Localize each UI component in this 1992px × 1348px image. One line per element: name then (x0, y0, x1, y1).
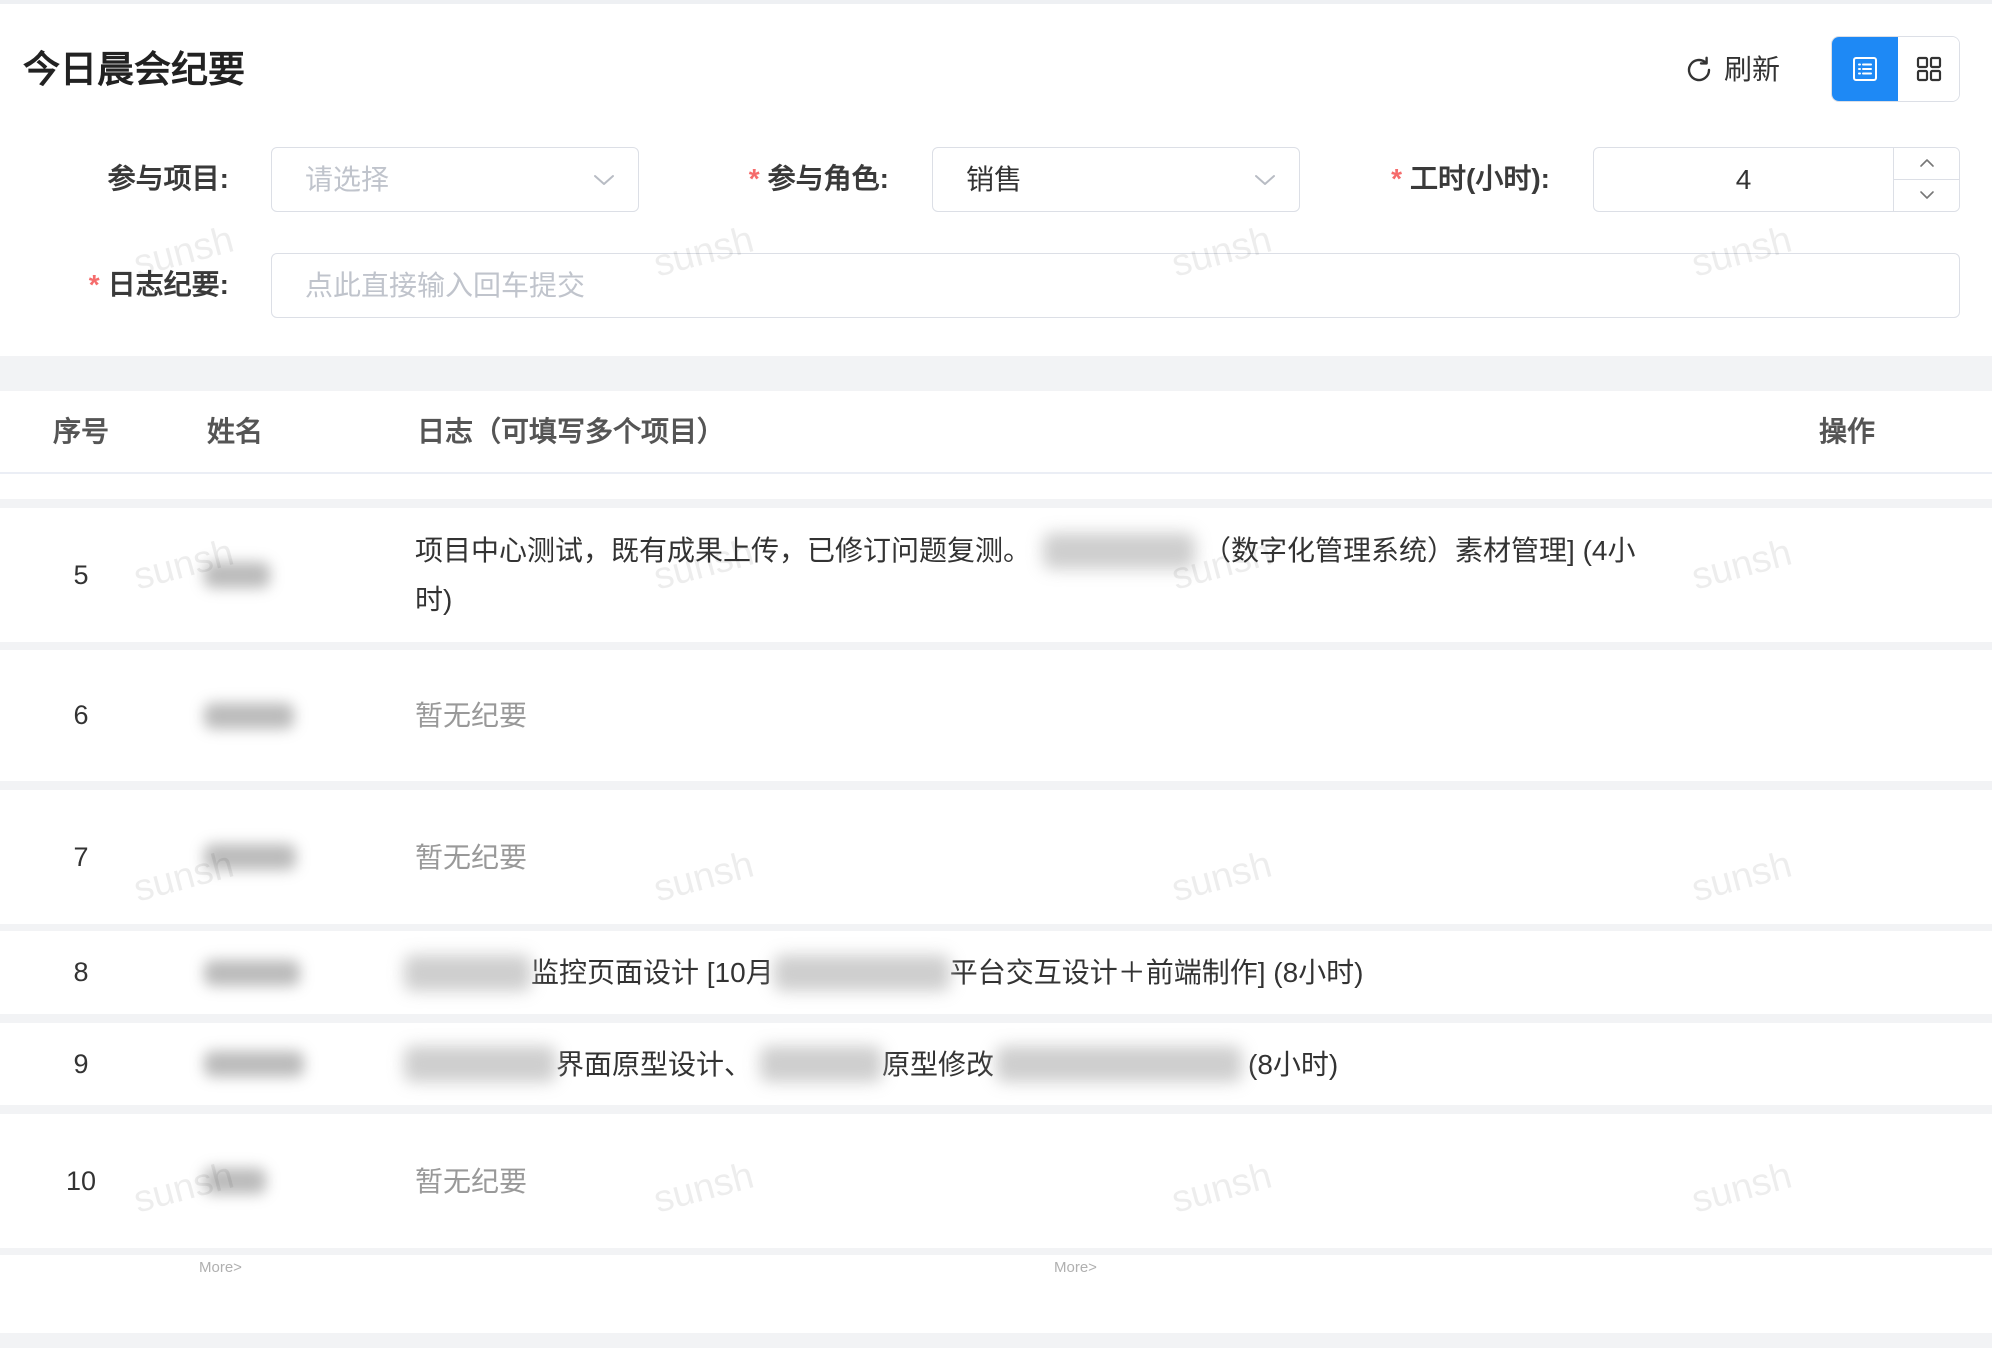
row-log: 暂无纪要 (415, 1114, 527, 1248)
empty-log-text: 暂无纪要 (415, 1165, 528, 1197)
blurred-name (204, 1168, 266, 1194)
empty-log-text: 暂无纪要 (415, 841, 528, 873)
blurred-text (996, 1046, 1243, 1082)
grid-view-button[interactable] (1898, 37, 1959, 101)
chevron-down-icon (1919, 187, 1935, 205)
row-index: 10 (65, 1165, 97, 1196)
row-log: 项目中心测试，既有成果上传，已修订问题复测。 （数字化管理系统）素材管理] (4… (415, 508, 1635, 642)
project-label: 参与项目: (40, 159, 229, 199)
log-line: 监控页面设计 [10月 平台交互设计＋前端制作] (8小时) (404, 948, 1364, 997)
chevron-down-icon (592, 173, 616, 187)
row-index: 8 (73, 957, 89, 987)
blurred-name (204, 959, 300, 986)
hours-number-input (1593, 147, 1960, 212)
hours-label: * 工时(小时): (1340, 159, 1550, 199)
log-label-text: 日志纪要: (107, 269, 229, 300)
project-select[interactable]: 请选择 (271, 147, 639, 212)
list-view-icon (1850, 54, 1880, 84)
role-label-text: 参与角色: (767, 163, 889, 194)
blurred-text (1043, 532, 1196, 569)
log-text: (8小时) (1248, 1048, 1339, 1080)
project-label-text: 参与项目: (107, 163, 229, 194)
increase-button[interactable] (1894, 148, 1959, 180)
role-select[interactable]: 销售 (932, 147, 1300, 212)
required-mark: * (88, 269, 100, 300)
role-select-value: 销售 (966, 164, 1023, 195)
log-text: 界面原型设计、 (556, 1048, 753, 1080)
blurred-text (760, 1046, 883, 1082)
more-link[interactable]: More> (1054, 1259, 1097, 1277)
table-row: 7 暂无纪要 (0, 790, 1992, 924)
table-header: 序号 姓名 日志（可填写多个项目） 操作 (0, 391, 1992, 474)
log-text: 项目中心测试，既有成果上传，已修订问题复测。 (415, 535, 1032, 566)
log-input-box (271, 253, 1960, 318)
hours-spinner (1893, 148, 1959, 211)
required-mark: * (748, 163, 760, 194)
required-mark: * (1391, 163, 1403, 194)
row-log: 暂无纪要 (415, 650, 527, 781)
column-header-name: 姓名 (207, 416, 264, 447)
log-text: 时) (415, 584, 453, 615)
project-select-placeholder: 请选择 (305, 164, 390, 195)
column-header-index: 序号 (53, 416, 110, 447)
role-label: * 参与角色: (700, 159, 889, 199)
blurred-name (204, 844, 296, 870)
table-row: 8 监控页面设计 [10月 平台交互设计＋前端制作] (8小时) (0, 931, 1992, 1014)
log-line: 界面原型设计、 原型修改 (8小时) (404, 1040, 1339, 1089)
hours-label-text: 工时(小时): (1410, 163, 1550, 194)
table-row: 5 项目中心测试，既有成果上传，已修订问题复测。 （数字化管理系统）素材管理] … (0, 508, 1992, 642)
section-divider (0, 356, 1992, 391)
list-view-button[interactable] (1832, 37, 1898, 101)
chevron-up-icon (1919, 155, 1935, 173)
refresh-button[interactable]: 刷新 (1684, 48, 1780, 92)
log-line: 项目中心测试，既有成果上传，已修订问题复测。 （数字化管理系统）素材管理] (4… (415, 526, 1635, 575)
empty-log-text: 暂无纪要 (415, 700, 528, 731)
grid-view-icon (1914, 54, 1944, 84)
page-title: 今日晨会纪要 (23, 49, 245, 90)
log-text: 原型修改 (882, 1048, 995, 1080)
row-log: 界面原型设计、 原型修改 (8小时) (404, 1023, 1339, 1105)
row-index: 6 (73, 700, 89, 730)
row-index: 9 (73, 1048, 89, 1079)
blurred-name (204, 1051, 304, 1077)
top-divider (0, 0, 1992, 4)
log-text: 平台交互设计＋前端制作] (8小时) (949, 957, 1364, 988)
more-link[interactable]: More> (199, 1259, 242, 1277)
refresh-icon (1684, 55, 1714, 85)
column-header-log: 日志（可填写多个项目） (417, 416, 726, 447)
row-index: 7 (73, 841, 89, 872)
log-line: 时) (415, 575, 1635, 624)
refresh-label: 刷新 (1724, 54, 1781, 85)
table-row: 6 暂无纪要 (0, 650, 1992, 781)
blurred-name (204, 702, 294, 729)
log-input[interactable] (272, 254, 1959, 317)
row-log: 监控页面设计 [10月 平台交互设计＋前端制作] (8小时) (404, 931, 1364, 1014)
table-row: 9 界面原型设计、 原型修改 (8小时) (0, 1023, 1992, 1105)
table-body: 5 项目中心测试，既有成果上传，已修订问题复测。 （数字化管理系统）素材管理] … (0, 499, 1992, 1348)
column-header-actions: 操作 (1819, 416, 1876, 447)
blurred-text (404, 954, 531, 991)
blurred-text (773, 954, 950, 991)
blurred-text (404, 1046, 556, 1082)
table-footer: More> More> (0, 1255, 1992, 1333)
row-log: 暂无纪要 (415, 790, 527, 924)
chevron-down-icon (1253, 173, 1277, 187)
hours-input[interactable] (1594, 148, 1893, 211)
log-label: * 日志纪要: (40, 265, 229, 305)
blurred-name (204, 562, 270, 588)
table-row: 10 暂无纪要 (0, 1114, 1992, 1248)
decrease-button[interactable] (1894, 180, 1959, 211)
row-index: 5 (73, 559, 89, 590)
view-toggle (1831, 36, 1960, 102)
log-text: （数字化管理系统）素材管理] (4小 (1203, 535, 1636, 566)
log-text: 监控页面设计 [10月 (531, 957, 774, 988)
